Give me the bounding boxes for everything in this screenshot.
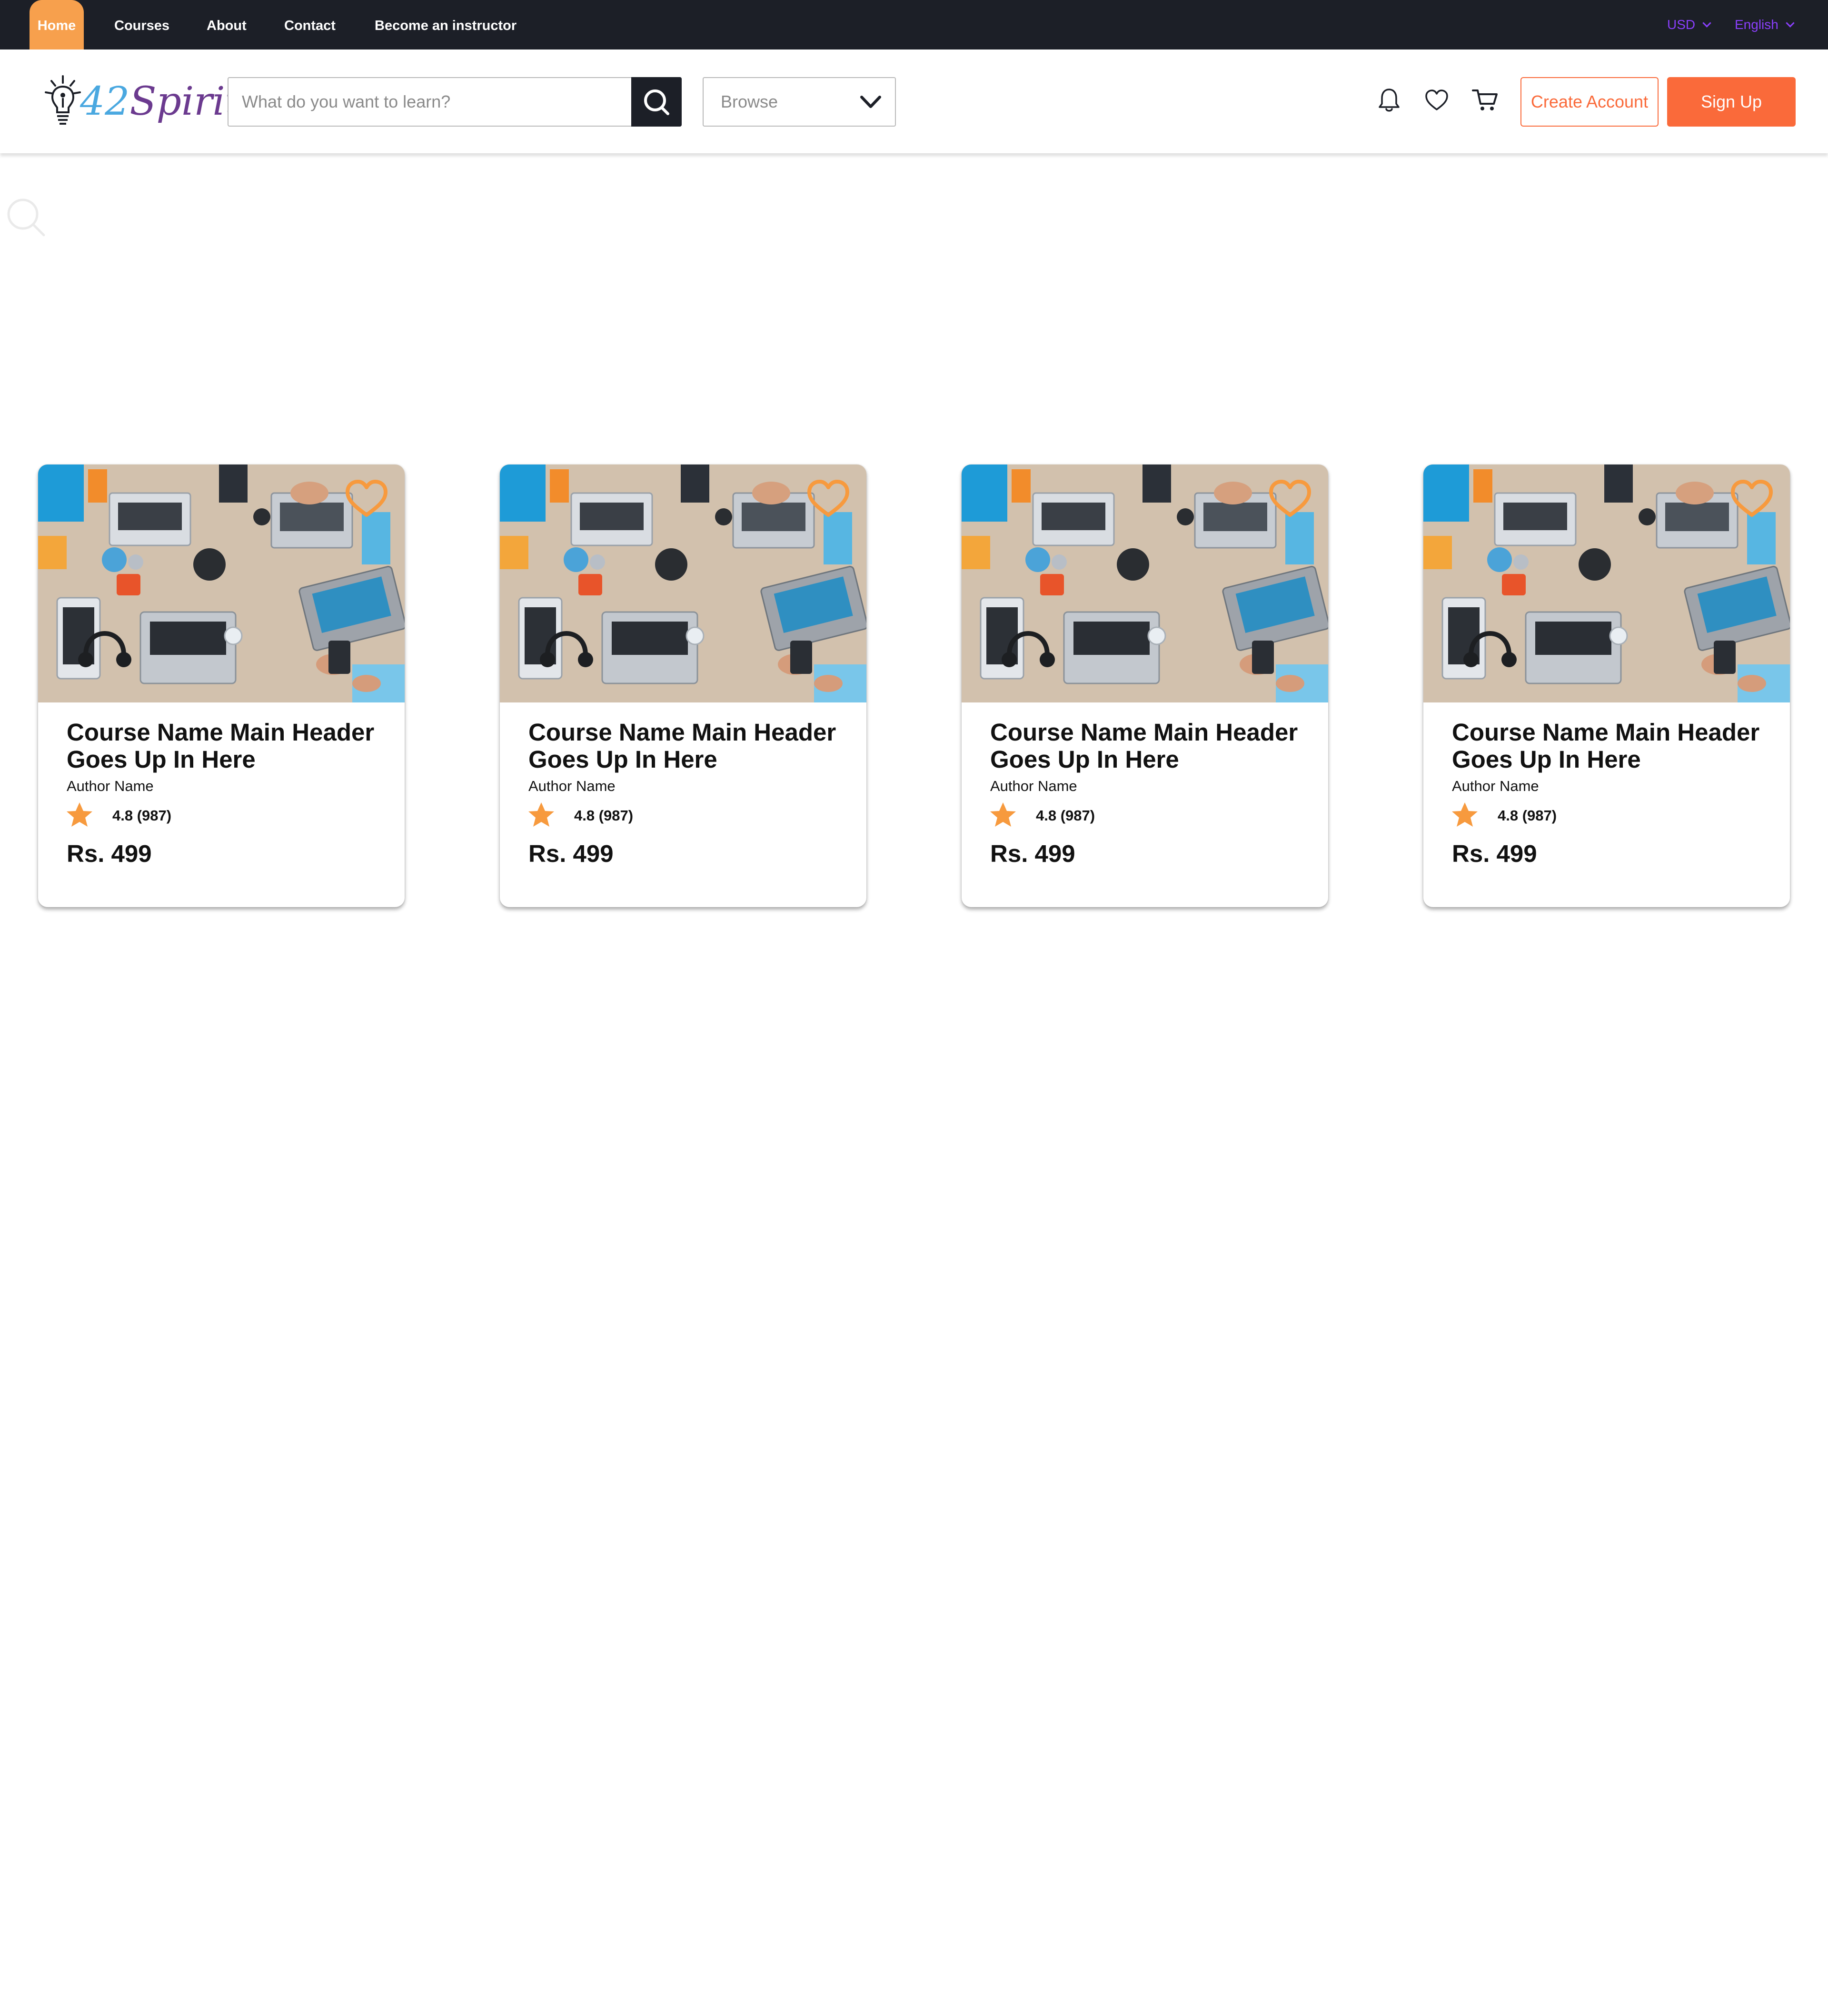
currency-label: USD [1667, 17, 1696, 32]
search-box [228, 77, 682, 127]
course-card[interactable]: Course Name Main Header Goes Up In Here … [962, 464, 1328, 907]
chevron-down-icon [1786, 19, 1795, 28]
course-card[interactable]: Course Name Main Header Goes Up In Here … [38, 464, 405, 907]
star-icon [67, 802, 92, 827]
star-icon [990, 802, 1016, 827]
course-price: Rs. 499 [1452, 840, 1537, 867]
logo[interactable]: 42Spirit [42, 73, 241, 130]
notifications-button[interactable] [1375, 86, 1403, 114]
course-rating: 4.8 (987) [1036, 807, 1095, 824]
course-price: Rs. 499 [528, 840, 614, 867]
favorite-heart-icon[interactable] [344, 478, 389, 519]
nav-contact[interactable]: Contact [284, 0, 336, 49]
chevron-down-icon [860, 96, 881, 108]
language-selector[interactable]: English [1735, 0, 1795, 49]
course-author: Author Name [528, 778, 616, 794]
star-icon [1452, 802, 1478, 827]
nav-home[interactable]: Home [30, 0, 84, 49]
star-icon [528, 802, 554, 827]
course-price: Rs. 499 [67, 840, 152, 867]
bell-icon [1379, 89, 1400, 112]
search-icon [644, 89, 669, 115]
course-title[interactable]: Course Name Main Header Goes Up In Here [528, 719, 852, 773]
course-author: Author Name [67, 778, 154, 794]
search-icon [7, 198, 45, 237]
wishlist-button[interactable] [1422, 86, 1451, 114]
favorite-heart-icon[interactable] [805, 478, 851, 519]
logo-text: 42Spirit [80, 79, 241, 124]
search-input[interactable] [228, 78, 632, 126]
course-price: Rs. 499 [990, 840, 1075, 867]
browse-dropdown[interactable]: Browse [703, 77, 896, 127]
course-title[interactable]: Course Name Main Header Goes Up In Here [67, 719, 390, 773]
language-label: English [1735, 17, 1778, 32]
course-author: Author Name [1452, 778, 1539, 794]
sign-up-button[interactable]: Sign Up [1667, 77, 1796, 127]
nav-about[interactable]: About [207, 0, 247, 49]
nav-courses[interactable]: Courses [114, 0, 169, 49]
search-button[interactable] [631, 77, 682, 127]
course-author: Author Name [990, 778, 1077, 794]
course-rating: 4.8 (987) [112, 807, 172, 824]
course-card[interactable]: Course Name Main Header Goes Up In Here … [1423, 464, 1790, 907]
chevron-down-icon [1702, 19, 1711, 28]
course-rating: 4.8 (987) [1498, 807, 1557, 824]
course-rating: 4.8 (987) [574, 807, 634, 824]
course-card[interactable]: Course Name Main Header Goes Up In Here … [500, 464, 866, 907]
favorite-heart-icon[interactable] [1729, 478, 1775, 519]
nav-become-instructor[interactable]: Become an instructor [375, 0, 517, 49]
header: 42Spirit Browse [0, 49, 1828, 153]
heart-icon [1425, 89, 1448, 110]
currency-selector[interactable]: USD [1667, 0, 1711, 49]
create-account-button[interactable]: Create Account [1520, 77, 1659, 127]
browse-label: Browse [721, 92, 778, 111]
cart-button[interactable] [1471, 86, 1500, 114]
favorite-heart-icon[interactable] [1267, 478, 1313, 519]
cart-icon [1472, 89, 1498, 110]
top-nav-bar: Home Courses About Contact Become an ins… [0, 0, 1828, 49]
course-title[interactable]: Course Name Main Header Goes Up In Here [990, 719, 1314, 773]
course-title[interactable]: Course Name Main Header Goes Up In Here [1452, 719, 1776, 773]
